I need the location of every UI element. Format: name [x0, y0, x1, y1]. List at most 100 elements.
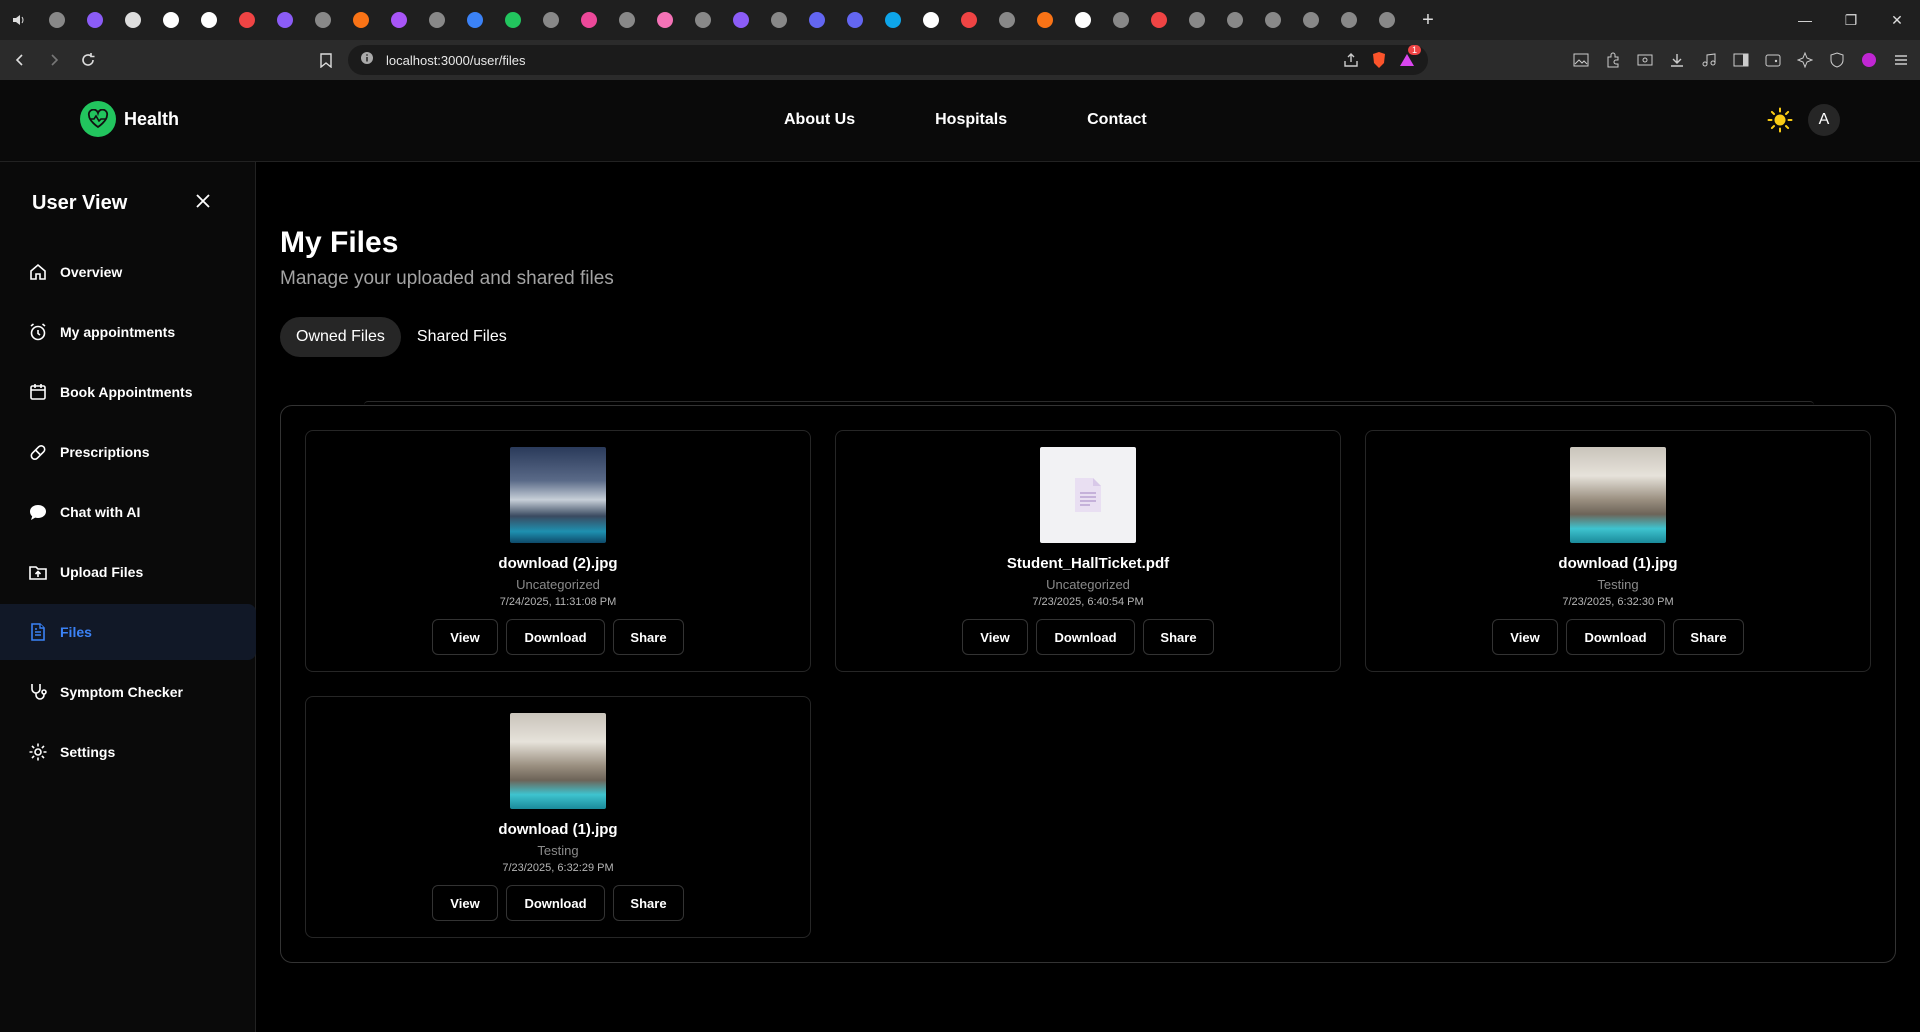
reload-icon[interactable]: [74, 46, 102, 74]
browser-tab[interactable]: [760, 5, 798, 35]
sidebar-item-files[interactable]: Files: [0, 604, 256, 660]
download-button[interactable]: Download: [1036, 619, 1135, 655]
user-avatar[interactable]: A: [1808, 104, 1840, 136]
browser-tab[interactable]: [570, 5, 608, 35]
sidebar-item-overview[interactable]: Overview: [0, 244, 256, 300]
wallet-icon[interactable]: [1760, 46, 1786, 74]
brave-rewards-icon[interactable]: 1: [1398, 45, 1422, 69]
close-window-icon[interactable]: ✕: [1874, 0, 1920, 40]
browser-tab[interactable]: [836, 5, 874, 35]
browser-tab[interactable]: [228, 5, 266, 35]
browser-tab[interactable]: [874, 5, 912, 35]
vpn-icon[interactable]: [1824, 46, 1850, 74]
browser-tab[interactable]: [1026, 5, 1064, 35]
browser-tab[interactable]: [988, 5, 1026, 35]
profile-icon[interactable]: [1856, 46, 1882, 74]
share-button[interactable]: Share: [1143, 619, 1214, 655]
browser-tab[interactable]: [1216, 5, 1254, 35]
tab-shared-files[interactable]: Shared Files: [401, 317, 523, 357]
nav-hospitals[interactable]: Hospitals: [935, 111, 1007, 129]
sidebar-toggle-icon[interactable]: [1728, 46, 1754, 74]
sidebar-item-upload-files[interactable]: Upload Files: [0, 544, 256, 600]
browser-tab[interactable]: [1140, 5, 1178, 35]
download-button[interactable]: Download: [506, 619, 605, 655]
share-button[interactable]: Share: [613, 885, 684, 921]
browser-tab[interactable]: [1292, 5, 1330, 35]
browser-tab[interactable]: [190, 5, 228, 35]
heart-pulse-icon: [80, 101, 116, 137]
browser-tab[interactable]: [38, 5, 76, 35]
favicon-icon: [1075, 12, 1091, 28]
sidebar-item-settings[interactable]: Settings: [0, 724, 256, 780]
speaker-icon[interactable]: [6, 7, 32, 33]
file-actions: View Download Share: [306, 619, 810, 655]
new-tab-button[interactable]: +: [1412, 5, 1444, 35]
leo-ai-icon[interactable]: [1792, 46, 1818, 74]
file-date: 7/23/2025, 6:40:54 PM: [1032, 596, 1144, 608]
nav-about-us[interactable]: About Us: [784, 111, 855, 129]
view-button[interactable]: View: [432, 619, 498, 655]
sidebar-item-my-appointments[interactable]: My appointments: [0, 304, 256, 360]
address-bar[interactable]: localhost:3000/user/files 1: [348, 45, 1428, 75]
share-button[interactable]: Share: [1673, 619, 1744, 655]
menu-icon[interactable]: [1888, 46, 1914, 74]
browser-tab[interactable]: [1178, 5, 1216, 35]
bookmark-icon[interactable]: [312, 46, 340, 74]
browser-tab[interactable]: [152, 5, 190, 35]
brave-shield-icon[interactable]: [1370, 51, 1388, 69]
browser-tab[interactable]: [532, 5, 570, 35]
extensions-icon[interactable]: [1600, 46, 1626, 74]
browser-tab[interactable]: [722, 5, 760, 35]
browser-tab[interactable]: [1330, 5, 1368, 35]
music-icon[interactable]: [1696, 46, 1722, 74]
view-button[interactable]: View: [432, 885, 498, 921]
download-icon[interactable]: [1664, 46, 1690, 74]
notification-badge: 1: [1408, 45, 1422, 55]
browser-tab[interactable]: [380, 5, 418, 35]
restore-icon[interactable]: ❐: [1828, 0, 1874, 40]
browser-tab[interactable]: [76, 5, 114, 35]
sidebar-item-chat-with-ai[interactable]: Chat with AI: [0, 484, 256, 540]
close-icon[interactable]: [190, 188, 216, 214]
sidebar-item-prescriptions[interactable]: Prescriptions: [0, 424, 256, 480]
forward-icon[interactable]: [40, 46, 68, 74]
minimize-icon[interactable]: —: [1782, 0, 1828, 40]
share-icon[interactable]: [1342, 51, 1360, 69]
screenshot-icon[interactable]: [1632, 46, 1658, 74]
favicon-icon: [1341, 12, 1357, 28]
browser-tab[interactable]: [1102, 5, 1140, 35]
browser-tab[interactable]: [418, 5, 456, 35]
share-button[interactable]: Share: [613, 619, 684, 655]
browser-tab[interactable]: [266, 5, 304, 35]
browser-tab[interactable]: [456, 5, 494, 35]
download-button[interactable]: Download: [506, 885, 605, 921]
image-icon[interactable]: [1568, 46, 1594, 74]
browser-tab[interactable]: [912, 5, 950, 35]
browser-tab[interactable]: [114, 5, 152, 35]
sidebar-item-symptom-checker[interactable]: Symptom Checker: [0, 664, 256, 720]
view-button[interactable]: View: [1492, 619, 1558, 655]
sidebar-item-book-appointments[interactable]: Book Appointments: [0, 364, 256, 420]
browser-tab[interactable]: [494, 5, 532, 35]
browser-tab[interactable]: [798, 5, 836, 35]
file-category: Testing: [537, 843, 579, 858]
sun-icon[interactable]: [1767, 107, 1793, 133]
browser-tab[interactable]: [342, 5, 380, 35]
browser-tab[interactable]: [608, 5, 646, 35]
browser-tab[interactable]: [646, 5, 684, 35]
tab-owned-files[interactable]: Owned Files: [280, 317, 401, 357]
nav-contact[interactable]: Contact: [1087, 111, 1147, 129]
download-button[interactable]: Download: [1566, 619, 1665, 655]
back-icon[interactable]: [6, 46, 34, 74]
browser-tab[interactable]: [304, 5, 342, 35]
browser-tab[interactable]: [950, 5, 988, 35]
browser-tab[interactable]: [1064, 5, 1102, 35]
browser-tab[interactable]: [1254, 5, 1292, 35]
favicon-icon: [1189, 12, 1205, 28]
favicon-icon: [391, 12, 407, 28]
brand-logo-link[interactable]: Health: [80, 101, 179, 137]
view-button[interactable]: View: [962, 619, 1028, 655]
browser-tab[interactable]: [1368, 5, 1406, 35]
site-info-icon[interactable]: [360, 51, 374, 70]
browser-tab[interactable]: [684, 5, 722, 35]
